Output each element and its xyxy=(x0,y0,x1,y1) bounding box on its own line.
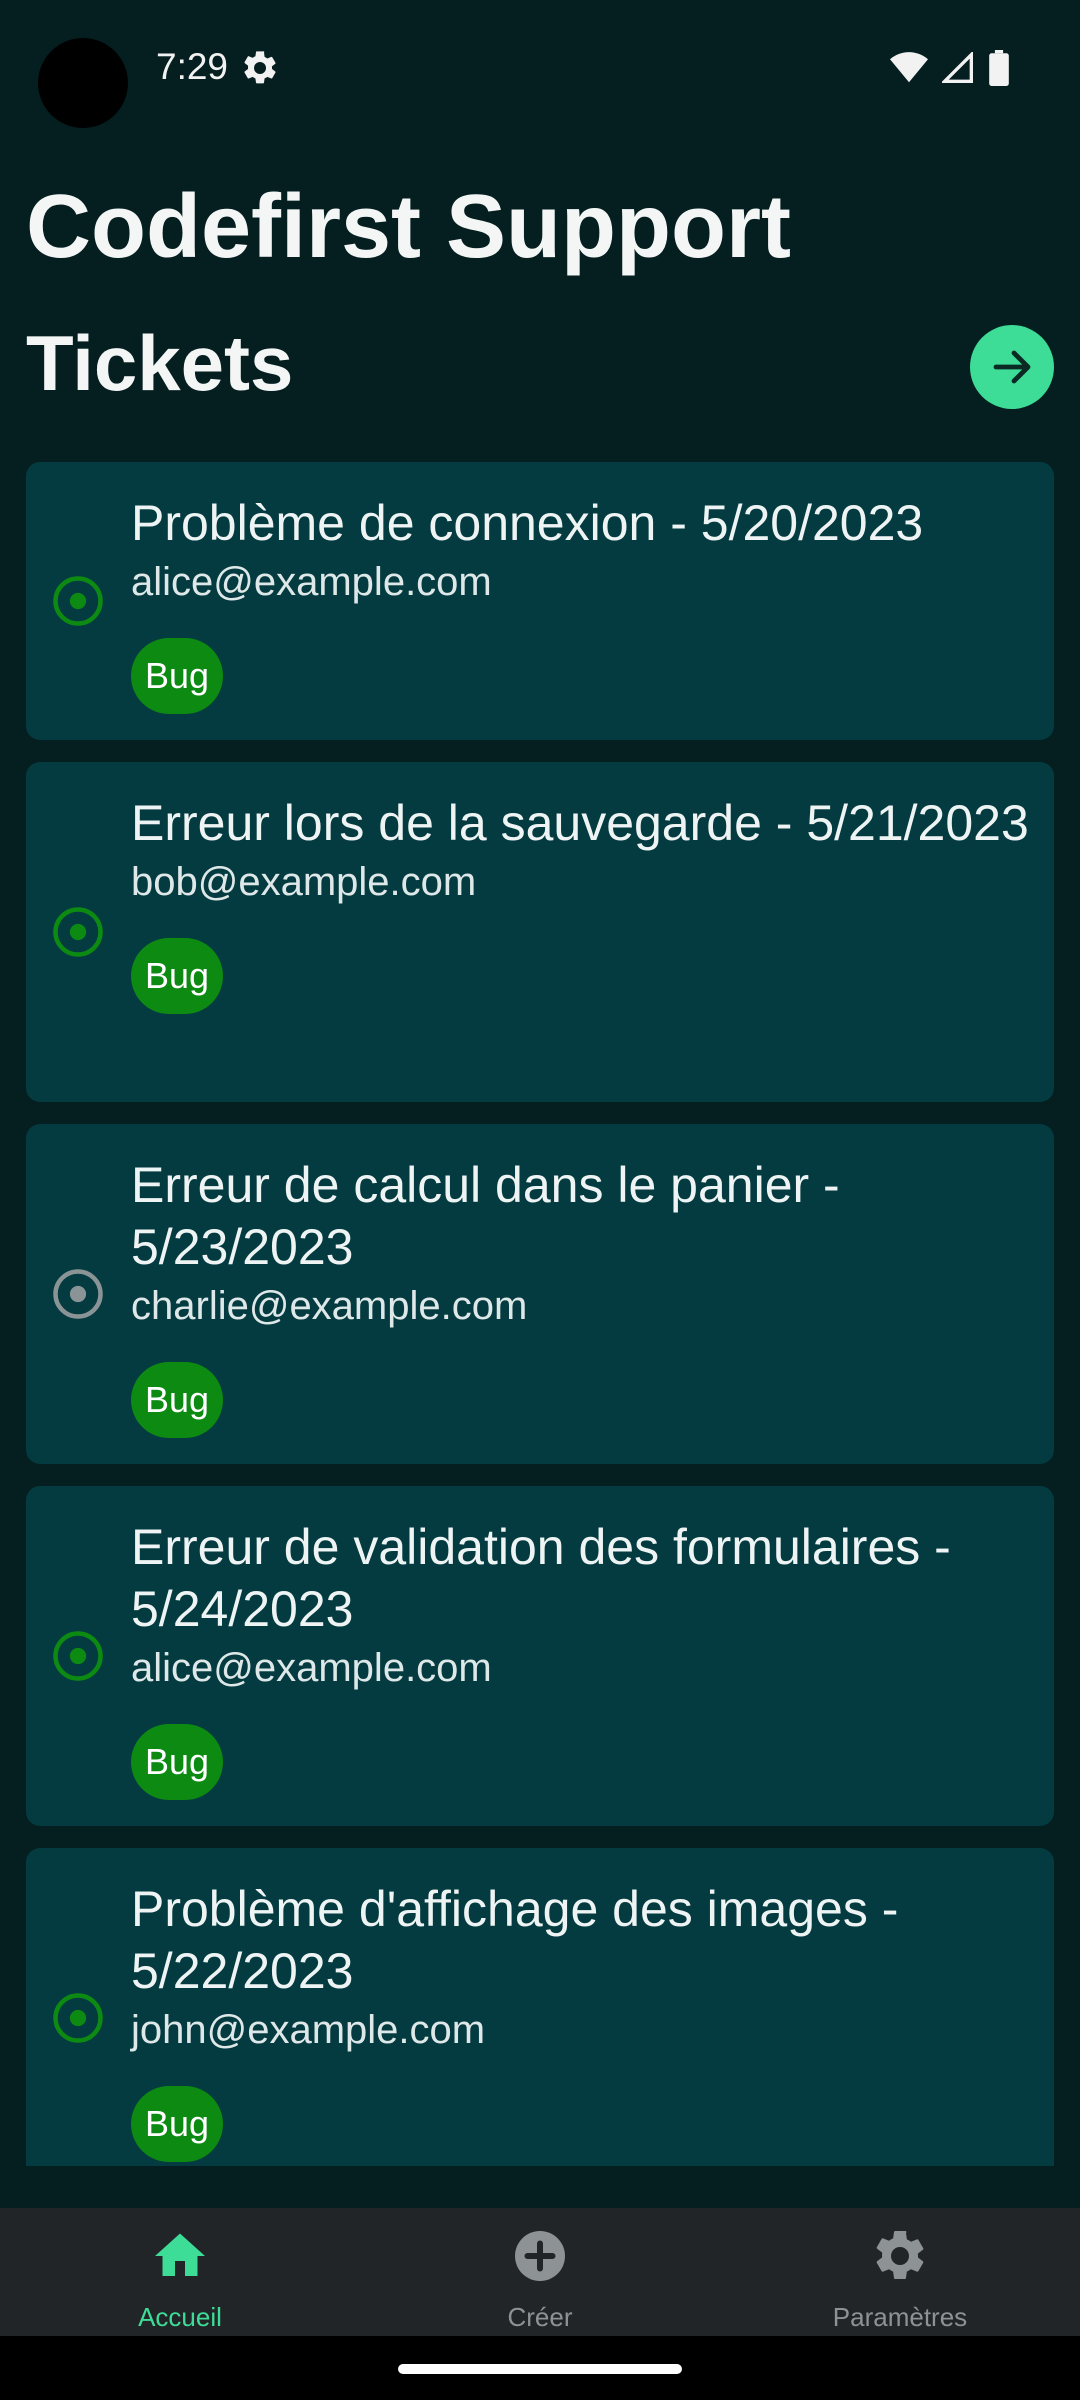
status-radio-icon[interactable] xyxy=(51,1991,105,2045)
add-circle-icon xyxy=(515,2231,565,2281)
ticket-card[interactable]: Erreur de calcul dans le panier - 5/23/2… xyxy=(26,1124,1054,1464)
ticket-tag: Bug xyxy=(131,638,224,714)
nav-item-creer[interactable]: Créer xyxy=(360,2208,720,2336)
nav-label: Créer xyxy=(507,2302,573,2332)
ticket-email: charlie@example.com xyxy=(131,1284,528,1328)
ticket-tag: Bug xyxy=(131,1362,224,1438)
arrow-right-icon xyxy=(993,350,1031,384)
status-radio-icon[interactable] xyxy=(51,1629,105,1683)
status-radio-icon[interactable] xyxy=(51,1267,105,1321)
ticket-tag: Bug xyxy=(131,938,224,1014)
ticket-email: john@example.com xyxy=(131,2008,486,2052)
screen: 7:29 Codefirst Support Tickets Problème … xyxy=(0,0,1080,2400)
status-radio-icon[interactable] xyxy=(51,905,105,959)
ticket-title: Erreur de calcul dans le panier - 5/23/2… xyxy=(131,1157,840,1275)
nav-label: Paramètres xyxy=(832,2302,968,2332)
ticket-title: Erreur de validation des formulaires - 5… xyxy=(131,1519,951,1637)
ticket-card[interactable]: Problème d'affichage des images - 5/22/2… xyxy=(26,1848,1054,2166)
ticket-email: alice@example.com xyxy=(131,1646,492,1690)
ticket-card[interactable]: Problème de connexion - 5/20/2023 alice@… xyxy=(26,462,1054,740)
status-bar: 7:29 xyxy=(0,0,1080,136)
status-time: 7:29 xyxy=(156,46,229,87)
signal-icon xyxy=(942,52,973,83)
status-radio-icon[interactable] xyxy=(51,574,105,628)
ticket-email: alice@example.com xyxy=(131,560,492,604)
app-title: Codefirst Support xyxy=(26,177,791,277)
open-tickets-button[interactable] xyxy=(970,325,1054,409)
ticket-email: bob@example.com xyxy=(131,860,477,904)
ticket-tag: Bug xyxy=(131,2086,224,2162)
ticket-title: Erreur lors de la sauvegarde - 5/21/2023 xyxy=(131,795,1029,851)
ticket-tag: Bug xyxy=(131,1724,224,1800)
ticket-title: Problème de connexion - 5/20/2023 xyxy=(131,495,924,551)
nav-item-accueil[interactable]: Accueil xyxy=(0,2208,360,2336)
home-gesture-bar[interactable] xyxy=(398,2364,682,2374)
wifi-icon xyxy=(890,52,928,83)
settings-gear-icon xyxy=(244,51,276,84)
tickets-heading: Tickets xyxy=(26,319,294,407)
nav-item-parametres[interactable]: Paramètres xyxy=(720,2208,1080,2336)
ticket-card[interactable]: Erreur lors de la sauvegarde - 5/21/2023… xyxy=(26,762,1054,1102)
settings-gear-icon xyxy=(876,2230,924,2279)
status-icons xyxy=(890,50,1010,86)
camera-cutout xyxy=(38,38,128,128)
home-icon xyxy=(155,2233,205,2276)
bottom-navigation: Accueil Créer Paramètres xyxy=(0,2208,1080,2336)
nav-label: Accueil xyxy=(138,2302,222,2332)
battery-icon xyxy=(989,50,1009,86)
ticket-list[interactable]: Problème de connexion - 5/20/2023 alice@… xyxy=(26,462,1054,2166)
ticket-title: Problème d'affichage des images - 5/22/2… xyxy=(131,1881,899,1999)
ticket-card[interactable]: Erreur de validation des formulaires - 5… xyxy=(26,1486,1054,1826)
